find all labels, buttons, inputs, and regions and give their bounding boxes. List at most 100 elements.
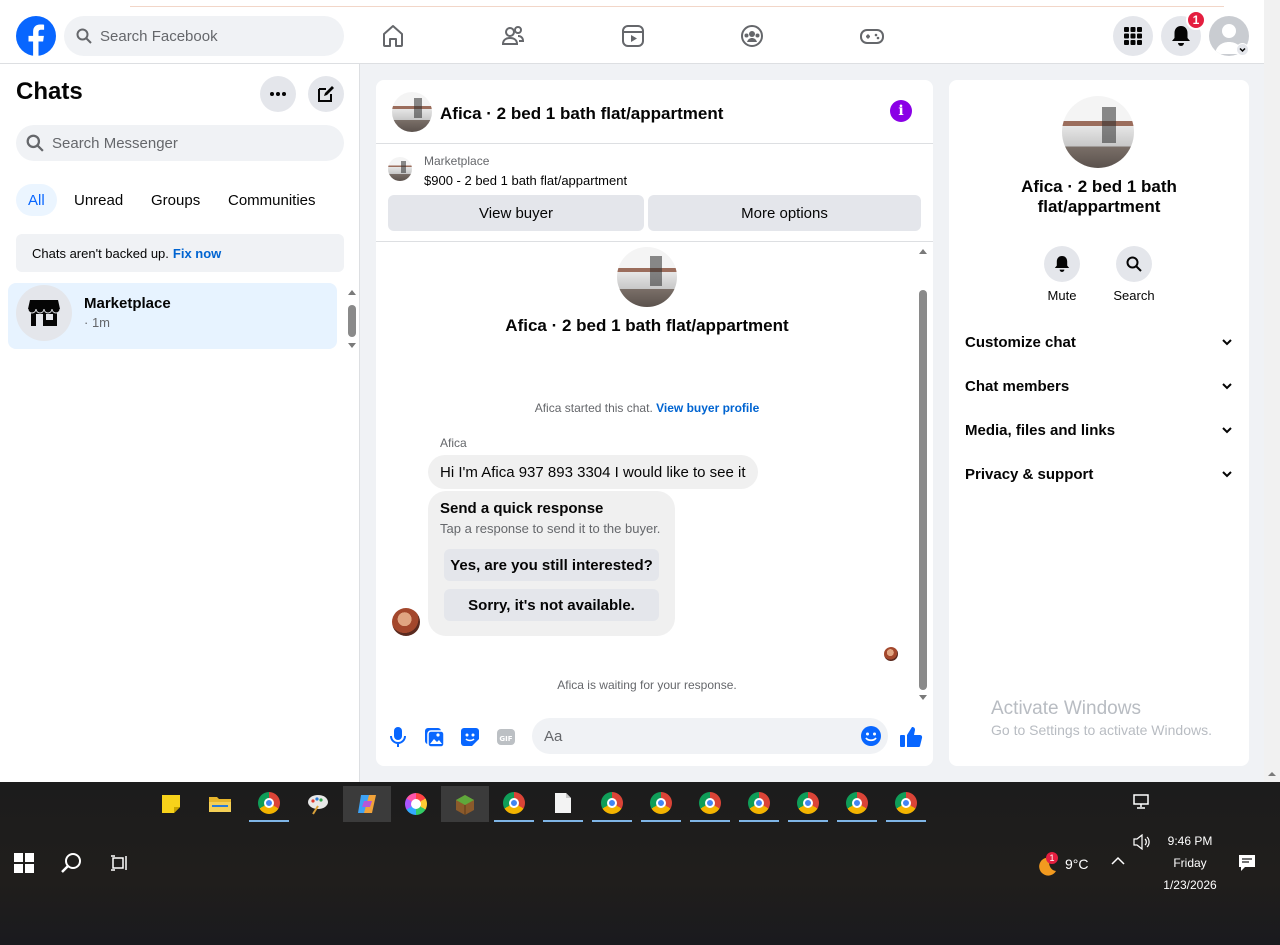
chevron-up-icon[interactable] [1111,856,1125,866]
copilot-icon[interactable] [343,786,391,822]
search-icon [1116,246,1152,282]
intro-listing-photo [617,247,677,307]
media-files-links-row[interactable]: Media, files and links [965,416,1233,444]
conversation-panel: Afica · 2 bed 1 bath flat/appartment i M… [376,80,933,766]
search-icon [26,134,44,152]
chrome-profile-2-icon[interactable] [592,786,632,822]
chat-list-scrollbar[interactable] [344,283,360,349]
info-icon[interactable]: i [890,100,912,122]
notification-count-badge: 1 [1186,10,1206,30]
chat-started-text: Afica started this chat. [534,401,653,415]
filter-all[interactable]: All [16,184,57,216]
message-composer-input[interactable]: Aa [532,718,888,754]
minecraft-icon[interactable] [441,786,489,822]
chrome-profile-7-icon[interactable] [837,786,877,822]
intro-title: Afica · 2 bed 1 bath flat/appartment [505,316,789,335]
filter-groups[interactable]: Groups [139,184,212,216]
account-chevron-down-icon[interactable] [1236,43,1249,56]
taskbar-search-icon[interactable] [60,851,84,875]
chats-title: Chats [16,78,83,105]
search-label: Search [1113,288,1155,303]
menu-grid-button[interactable] [1113,16,1153,56]
details-listing-photo[interactable] [1062,96,1134,168]
messenger-search-placeholder: Search Messenger [52,134,178,152]
clock-date[interactable]: 1/23/2026 [1155,878,1225,892]
clock-day[interactable]: Friday [1160,856,1220,870]
weather-temp[interactable]: 9°C [1065,856,1089,872]
document-icon[interactable] [543,786,583,822]
chrome-profile-5-icon[interactable] [739,786,779,822]
incoming-message-bubble[interactable]: Hi I'm Afica 937 893 3304 I would like t… [428,455,758,489]
windows-start-icon[interactable] [14,853,34,873]
volume-icon[interactable] [1133,834,1151,850]
view-buyer-button[interactable]: View buyer [388,195,644,231]
new-message-button[interactable] [308,76,344,112]
chrome-profile-4-icon[interactable] [690,786,730,822]
chevron-down-icon [1221,382,1233,390]
filter-communities[interactable]: Communities [216,184,328,216]
clock-time[interactable]: 9:46 PM [1160,834,1220,848]
view-buyer-profile-link[interactable]: View buyer profile [656,401,759,415]
facebook-logo-icon[interactable] [16,16,56,56]
fix-now-link[interactable]: Fix now [173,246,221,261]
action-center-icon[interactable] [1238,854,1256,872]
groups-icon[interactable] [736,20,768,52]
chrome-profile-1-icon[interactable] [494,786,534,822]
mute-button[interactable]: Mute [1032,246,1092,303]
conversation-scrollbar[interactable] [916,244,930,704]
sticker-icon[interactable] [459,726,481,748]
privacy-support-label: Privacy & support [965,465,1094,483]
video-icon[interactable] [617,20,649,52]
backup-notice: Chats aren't backed up. Fix now [16,234,344,272]
photo-icon[interactable] [423,726,445,748]
message-text: Hi I'm Afica 937 893 3304 I would like t… [440,463,746,481]
customize-chat-row[interactable]: Customize chat [965,328,1233,356]
home-icon[interactable] [377,20,409,52]
task-view-icon[interactable] [110,853,130,873]
quick-response-not-available[interactable]: Sorry, it's not available. [444,589,659,621]
network-icon[interactable] [1132,794,1152,810]
waiting-notice: Afica is waiting for your response. [557,678,737,692]
details-title-line-1: Afica · 2 bed 1 bath [1021,177,1177,196]
chrome-profile-6-icon[interactable] [788,786,828,822]
media-files-links-label: Media, files and links [965,421,1116,439]
composer-placeholder: Aa [544,727,563,745]
more-dots-icon [270,92,286,96]
more-options-button[interactable]: More options [648,195,921,231]
conversation-title[interactable]: Afica · 2 bed 1 bath flat/appartment [440,104,723,124]
listing-detail[interactable]: $900 - 2 bed 1 bath flat/appartment [424,173,627,188]
quick-response-still-interested[interactable]: Yes, are you still interested? [444,549,659,581]
listing-photo-avatar[interactable] [392,92,432,132]
emoji-icon[interactable] [860,725,882,747]
bell-icon [1044,246,1080,282]
search-in-chat-button[interactable]: Search [1104,246,1164,303]
messenger-search-input[interactable]: Search Messenger [16,125,344,161]
chrome-profile-8-icon[interactable] [886,786,926,822]
thumbs-up-icon[interactable] [899,725,923,749]
buyer-avatar[interactable] [392,608,420,636]
chat-started-notice: Afica started this chat. View buyer prof… [376,401,918,415]
page-scrollbar[interactable] [1264,0,1280,782]
chevron-down-icon [1221,426,1233,434]
gaming-icon[interactable] [856,20,888,52]
sticky-notes-icon[interactable] [151,786,191,822]
chat-options-button[interactable] [260,76,296,112]
svg-text:GIF: GIF [499,735,512,743]
quick-response-title: Send a quick response [440,500,604,517]
microphone-icon[interactable] [387,726,409,748]
chrome-profile-3-icon[interactable] [641,786,681,822]
file-explorer-icon[interactable] [200,786,240,822]
facebook-search-input[interactable]: Search Facebook [64,16,344,56]
filter-unread[interactable]: Unread [62,184,135,216]
friends-icon[interactable] [497,20,529,52]
privacy-support-row[interactable]: Privacy & support [965,460,1233,488]
chrome-icon[interactable] [249,786,289,822]
gif-icon[interactable]: GIF [495,726,517,748]
paint-icon[interactable] [298,786,338,822]
chat-members-label: Chat members [965,377,1070,395]
compose-icon [316,84,336,104]
listing-thumbnail [388,157,412,181]
seen-receipt-avatar [884,647,898,661]
photos-icon[interactable] [396,786,436,822]
chat-members-row[interactable]: Chat members [965,372,1233,400]
